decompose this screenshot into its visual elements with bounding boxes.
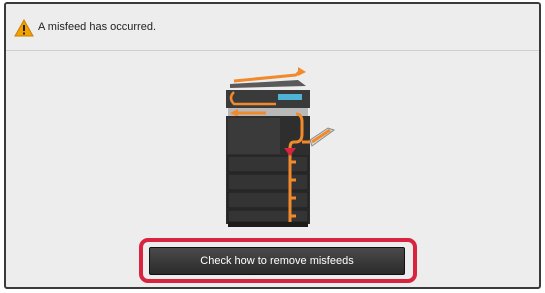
warning-icon	[14, 19, 34, 37]
copier-misfeed-diagram	[226, 67, 336, 227]
alert-header: A misfeed has occurred.	[6, 4, 539, 50]
check-misfeed-removal-button[interactable]: Check how to remove misfeeds	[149, 247, 405, 275]
header-divider	[6, 50, 539, 51]
alert-message: A misfeed has occurred.	[38, 21, 157, 33]
